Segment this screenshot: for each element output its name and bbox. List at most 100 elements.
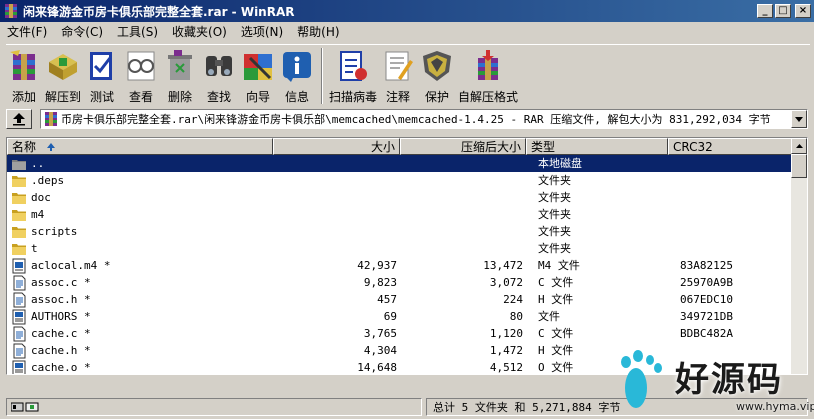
file-packed-size: 13,472 (483, 259, 523, 272)
sfx-label: 自解压格式 (458, 90, 519, 104)
menu-favorites[interactable]: 收藏夹(O) (165, 23, 234, 40)
file-row[interactable]: .. 本地磁盘 (7, 155, 793, 172)
file-generic-icon (11, 360, 27, 374)
file-crc: 067EDC10 (680, 293, 733, 306)
scroll-up-button[interactable] (791, 138, 807, 154)
winrar-app-icon (5, 4, 17, 18)
column-header-size[interactable]: 大小 (273, 138, 400, 155)
column-header-type[interactable]: 类型 (526, 138, 668, 155)
chevron-down-icon (795, 116, 803, 122)
delete-label: 删除 (168, 90, 193, 104)
vertical-scrollbar[interactable] (791, 138, 807, 374)
up-folder-button[interactable] (6, 109, 32, 129)
column-header-name[interactable]: 名称 (7, 138, 273, 155)
file-list-header: 名称 大小 压缩后大小 类型 CRC32 (7, 138, 793, 155)
menu-commands[interactable]: 命令(C) (54, 23, 110, 40)
file-name-cell: cache.c * (7, 326, 273, 342)
file-name: scripts (31, 225, 78, 238)
file-name: cache.c * (31, 327, 91, 340)
path-combobox[interactable]: 币房卡俱乐部完整全套.rar\闲来锋游金币房卡俱乐部\memcached\mem… (40, 109, 808, 129)
file-name-cell: scripts (7, 224, 273, 240)
sort-arrow-up-icon (47, 142, 56, 151)
comment-button[interactable]: 注释 (380, 45, 416, 107)
file-packed-size: 1,120 (489, 327, 523, 340)
folder-up-icon (11, 156, 27, 172)
virus-scan-label: 扫描病毒 (329, 90, 378, 104)
file-row[interactable]: aclocal.m4 * 42,937 13,472 M4 文件 83A82125 (7, 257, 793, 274)
watermark-text: 好源码 (675, 360, 783, 400)
file-row[interactable]: t 文件夹 (7, 240, 793, 257)
file-row[interactable]: assoc.c * 9,823 3,072 C 文件 25970A9B (7, 274, 793, 291)
add-label: 添加 (11, 90, 36, 104)
file-size: 9,823 (363, 276, 397, 289)
minimize-button[interactable]: _ (757, 4, 773, 18)
column-type-label: 类型 (531, 140, 556, 154)
file-name: assoc.c * (31, 276, 91, 289)
toolbar-separator (321, 48, 324, 104)
info-button[interactable]: 信息 (279, 45, 315, 107)
file-size: 69 (383, 310, 397, 323)
file-name-cell: assoc.c * (7, 275, 273, 291)
file-row[interactable]: scripts 文件夹 (7, 223, 793, 240)
maximize-button[interactable]: □ (775, 4, 791, 18)
file-type: 文件夹 (538, 225, 571, 238)
file-crc: 25970A9B (680, 276, 733, 289)
add-icon (10, 50, 35, 80)
find-icon (206, 56, 233, 76)
wizard-button[interactable]: 向导 (240, 45, 276, 107)
toolbar: 添加 解压到 测试 查看 删除 查找 向导 信息 扫描病毒 注释 保护 自解压格… (6, 44, 810, 107)
file-name-cell: aclocal.m4 * (7, 258, 273, 274)
file-name: aclocal.m4 * (31, 259, 111, 272)
file-list[interactable]: 名称 大小 压缩后大小 类型 CRC32 .. 本地磁盘 .deps 文件夹 doc 文件… (6, 137, 808, 375)
delete-icon (168, 50, 193, 80)
test-icon (90, 52, 113, 80)
folder-icon (11, 241, 27, 257)
menu-file[interactable]: 文件(F) (0, 23, 54, 40)
file-size: 42,937 (357, 259, 397, 272)
menu-options[interactable]: 选项(N) (234, 23, 290, 40)
test-button[interactable]: 测试 (84, 45, 120, 107)
file-row[interactable]: AUTHORS * 69 80 文件 349721DB (7, 308, 793, 325)
title-bar[interactable]: 闲来锋游金币房卡俱乐部完整全套.rar - WinRAR _ □ × (0, 0, 814, 22)
test-label: 测试 (90, 90, 115, 104)
virus-scan-button[interactable]: 扫描病毒 (329, 45, 377, 107)
column-crc-label: CRC32 (673, 139, 713, 154)
view-button[interactable]: 查看 (123, 45, 159, 107)
file-packed-size: 1,472 (489, 344, 523, 357)
column-header-packed[interactable]: 压缩后大小 (400, 138, 526, 155)
sfx-button[interactable]: 自解压格式 (458, 45, 518, 107)
column-name-label: 名称 (12, 140, 37, 154)
file-row[interactable]: m4 文件夹 (7, 206, 793, 223)
file-text-icon (11, 292, 27, 308)
scroll-thumb[interactable] (791, 154, 807, 178)
menu-tools[interactable]: 工具(S) (110, 23, 165, 40)
file-type: 文件夹 (538, 191, 571, 204)
file-text-icon (11, 275, 27, 291)
menu-help[interactable]: 帮助(H) (290, 23, 346, 40)
extract-to-button[interactable]: 解压到 (45, 45, 81, 107)
file-type: 文件夹 (538, 174, 571, 187)
extract-to-icon (49, 54, 77, 80)
folder-icon (11, 173, 27, 189)
file-type: 文件夹 (538, 208, 571, 221)
watermark-url: www.hyma.vip (736, 400, 814, 413)
info-icon (283, 52, 312, 82)
column-header-crc[interactable]: CRC32 (668, 138, 793, 155)
add-button[interactable]: 添加 (6, 45, 42, 107)
path-dropdown-button[interactable] (791, 110, 807, 128)
file-type: M4 文件 (538, 259, 580, 272)
protect-button[interactable]: 保护 (419, 45, 455, 107)
column-packed-label: 压缩后大小 (460, 140, 521, 154)
close-button[interactable]: × (795, 4, 811, 18)
file-name-cell: m4 (7, 207, 273, 223)
file-row[interactable]: assoc.h * 457 224 H 文件 067EDC10 (7, 291, 793, 308)
find-button[interactable]: 查找 (201, 45, 237, 107)
file-row[interactable]: .deps 文件夹 (7, 172, 793, 189)
comment-icon (385, 51, 414, 81)
file-row[interactable]: cache.c * 3,765 1,120 C 文件 BDBC482A (7, 325, 793, 342)
rar-archive-icon (45, 112, 57, 126)
wizard-icon (244, 54, 273, 80)
delete-button[interactable]: 删除 (162, 45, 198, 107)
file-row[interactable]: doc 文件夹 (7, 189, 793, 206)
up-arrow-icon (13, 113, 25, 126)
